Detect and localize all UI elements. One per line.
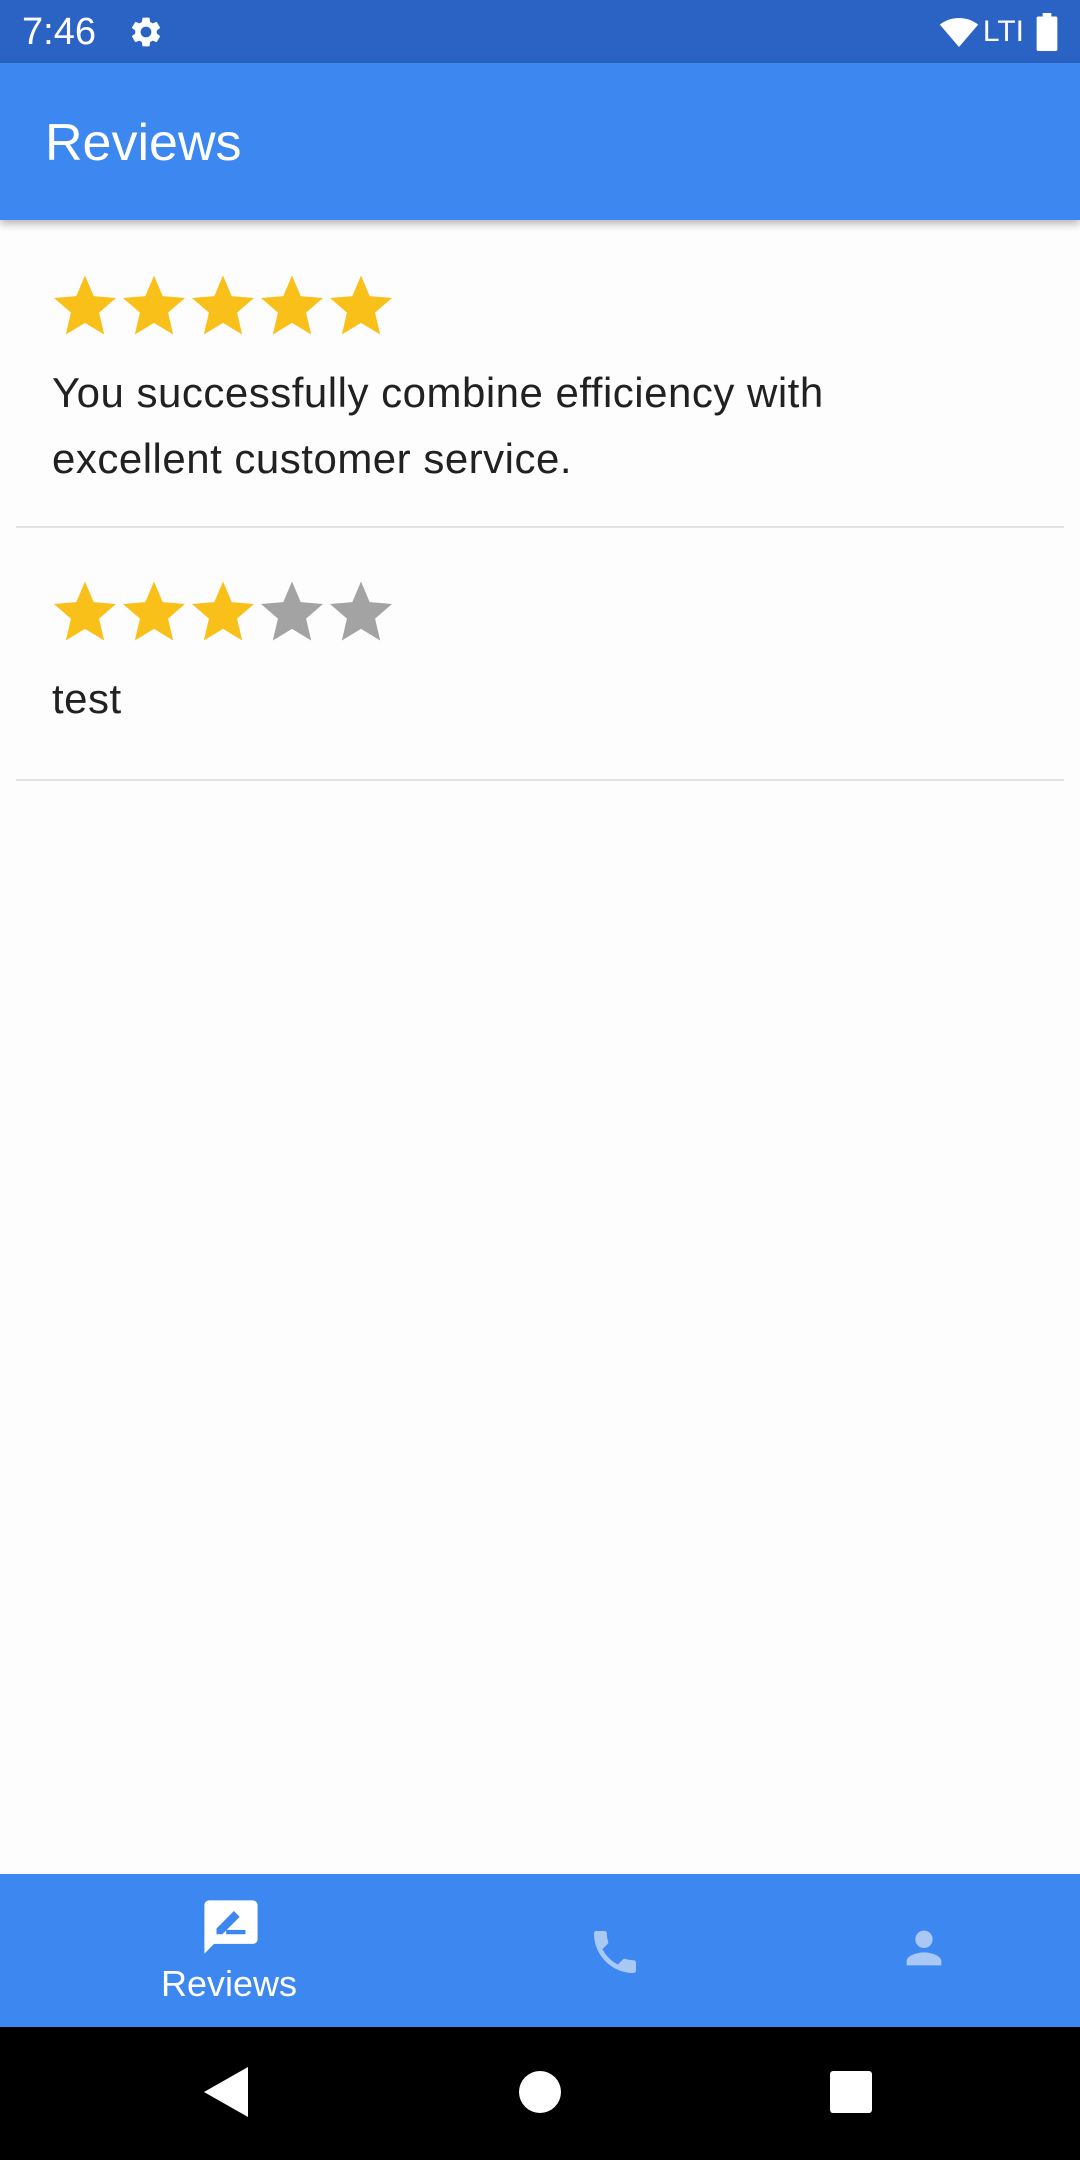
nav-tab-reviews[interactable]: Reviews [50,1874,410,2027]
person-icon [906,1930,942,1966]
status-time: 7:46 [22,11,96,53]
review-item[interactable]: test [16,528,1064,781]
star-filled-icon [123,581,185,641]
battery-icon [1036,13,1058,51]
bottom-navigation: Reviews [0,1874,1080,2027]
star-filled-icon [330,275,392,335]
home-circle-icon[interactable] [519,2071,561,2113]
star-filled-icon [123,275,185,335]
nav-tab-phone[interactable] [437,1874,797,2027]
status-bar: 7:46 LTI [0,0,1080,63]
wifi-icon [939,18,979,47]
star-filled-icon [54,275,116,335]
recents-square-icon[interactable] [830,2071,872,2113]
phone-icon [594,1931,636,1973]
nav-tab-reviews-label: Reviews [161,1963,298,2004]
gear-icon [131,17,161,47]
screen: 7:46 LTI Reviews You successfully combin… [0,0,1080,2160]
star-rating [54,580,399,642]
star-filled-icon [192,275,254,335]
page-title: Reviews [45,114,242,172]
review-item[interactable]: You successfully combine efficiency with… [16,220,1064,528]
star-empty-icon [261,581,323,641]
star-rating [54,274,399,336]
star-filled-icon [192,581,254,641]
back-triangle-icon[interactable] [204,2067,248,2117]
review-text: You successfully combine efficiency with… [52,369,824,482]
reviews-list[interactable]: You successfully combine efficiency with… [0,220,1080,1874]
star-filled-icon [54,581,116,641]
system-navigation-bar [0,2027,1080,2160]
status-indicators: LTI [939,12,1058,52]
rate-review-icon [204,1900,258,1954]
network-type-label: LTI [982,15,1024,48]
nav-tab-profile[interactable] [745,1874,1080,2027]
app-bar: Reviews [0,63,1080,220]
star-filled-icon [261,275,323,335]
star-empty-icon [330,581,392,641]
review-text: test [52,675,122,722]
